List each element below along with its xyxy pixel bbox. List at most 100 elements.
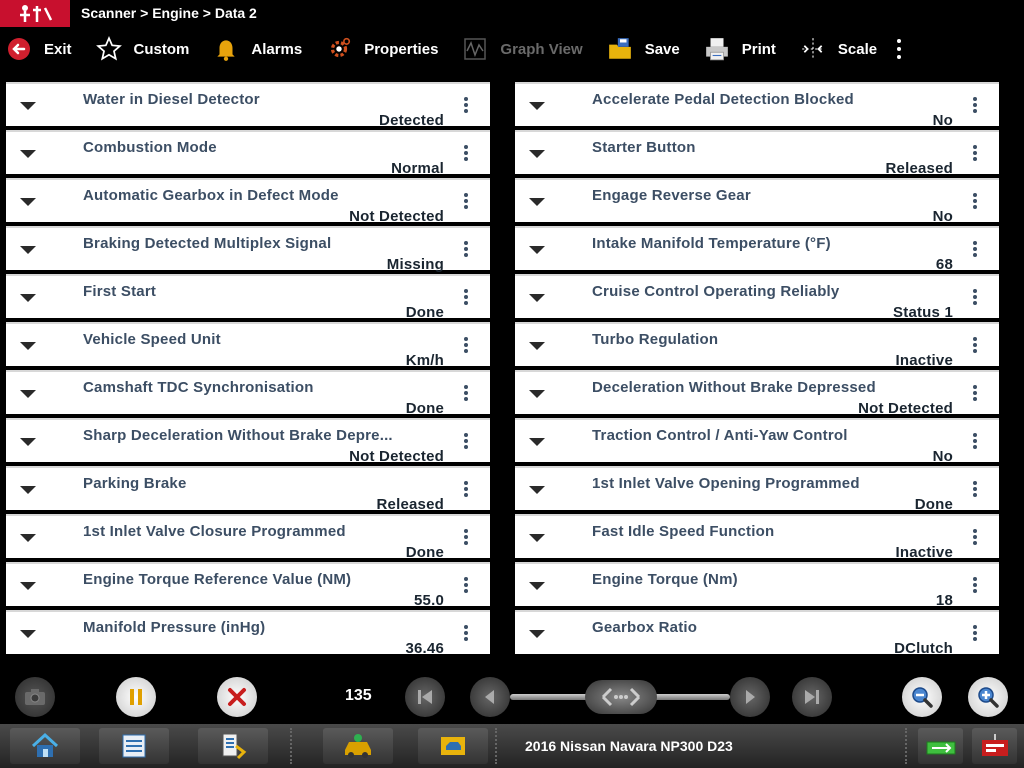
parameter-row[interactable]: Gearbox Ratio DClutch: [515, 610, 999, 657]
row-menu-icon[interactable]: [972, 432, 978, 450]
expand-caret-icon[interactable]: [20, 246, 36, 254]
parameter-row[interactable]: Engage Reverse Gear No: [515, 178, 999, 225]
row-menu-icon[interactable]: [463, 576, 469, 594]
expand-caret-icon[interactable]: [20, 630, 36, 638]
vehicle-id-button[interactable]: [418, 728, 488, 764]
parameter-row[interactable]: Engine Torque Reference Value (NM) 55.0: [6, 562, 490, 609]
row-menu-icon[interactable]: [463, 336, 469, 354]
expand-caret-icon[interactable]: [20, 438, 36, 446]
parameter-row[interactable]: Camshaft TDC Synchronisation Done: [6, 370, 490, 417]
parameter-row[interactable]: Engine Torque (Nm) 18: [515, 562, 999, 609]
row-menu-icon[interactable]: [972, 240, 978, 258]
zoom-in-button[interactable]: [968, 677, 1008, 717]
usb-connection-indicator[interactable]: [918, 728, 963, 764]
expand-caret-icon[interactable]: [20, 294, 36, 302]
expand-caret-icon[interactable]: [529, 438, 545, 446]
camera-button[interactable]: [15, 677, 55, 717]
expand-caret-icon[interactable]: [529, 246, 545, 254]
scale-button[interactable]: Scale: [784, 27, 885, 71]
last-frame-button[interactable]: [792, 677, 832, 717]
parameter-row[interactable]: Manifold Pressure (inHg) 36.46: [6, 610, 490, 657]
expand-caret-icon[interactable]: [529, 390, 545, 398]
parameter-row[interactable]: Intake Manifold Temperature (°F) 68: [515, 226, 999, 273]
parameter-row[interactable]: Combustion Mode Normal: [6, 130, 490, 177]
row-menu-icon[interactable]: [972, 480, 978, 498]
expand-caret-icon[interactable]: [20, 342, 36, 350]
previous-frame-button[interactable]: [470, 677, 510, 717]
vci-connection-indicator[interactable]: [972, 728, 1017, 764]
parameter-name: Cruise Control Operating Reliably: [592, 283, 840, 300]
parameter-row[interactable]: 1st Inlet Valve Opening Programmed Done: [515, 466, 999, 513]
row-menu-icon[interactable]: [463, 96, 469, 114]
row-menu-icon[interactable]: [463, 624, 469, 642]
row-menu-icon[interactable]: [463, 480, 469, 498]
clear-button[interactable]: [217, 677, 257, 717]
row-menu-icon[interactable]: [463, 192, 469, 210]
parameter-row[interactable]: Deceleration Without Brake Depressed Not …: [515, 370, 999, 417]
row-menu-icon[interactable]: [463, 288, 469, 306]
parameter-row[interactable]: First Start Done: [6, 274, 490, 321]
expand-caret-icon[interactable]: [529, 102, 545, 110]
expand-caret-icon[interactable]: [529, 342, 545, 350]
playback-slider-thumb[interactable]: [585, 680, 657, 714]
parameter-row[interactable]: Water in Diesel Detector Detected: [6, 82, 490, 129]
custom-button[interactable]: Custom: [80, 27, 198, 71]
more-options-icon[interactable]: [889, 27, 909, 71]
expand-caret-icon[interactable]: [20, 102, 36, 110]
parameter-row[interactable]: Braking Detected Multiplex Signal Missing: [6, 226, 490, 273]
row-menu-icon[interactable]: [463, 384, 469, 402]
expand-caret-icon[interactable]: [529, 486, 545, 494]
row-menu-icon[interactable]: [463, 240, 469, 258]
pause-button[interactable]: [116, 677, 156, 717]
expand-caret-icon[interactable]: [20, 198, 36, 206]
expand-caret-icon[interactable]: [529, 582, 545, 590]
next-frame-button[interactable]: [730, 677, 770, 717]
print-button[interactable]: Print: [688, 27, 784, 71]
scanner-button[interactable]: [198, 728, 268, 764]
parameter-row[interactable]: Cruise Control Operating Reliably Status …: [515, 274, 999, 321]
first-frame-button[interactable]: [405, 677, 445, 717]
row-menu-icon[interactable]: [972, 576, 978, 594]
parameter-row[interactable]: Fast Idle Speed Function Inactive: [515, 514, 999, 561]
parameter-row[interactable]: Vehicle Speed Unit Km/h: [6, 322, 490, 369]
parameter-row[interactable]: Automatic Gearbox in Defect Mode Not Dete…: [6, 178, 490, 225]
expand-caret-icon[interactable]: [529, 294, 545, 302]
row-menu-icon[interactable]: [972, 336, 978, 354]
parameter-row[interactable]: Turbo Regulation Inactive: [515, 322, 999, 369]
parameter-row[interactable]: 1st Inlet Valve Closure Programmed Done: [6, 514, 490, 561]
parameter-row[interactable]: Traction Control / Anti-Yaw Control No: [515, 418, 999, 465]
expand-caret-icon[interactable]: [529, 630, 545, 638]
row-menu-icon[interactable]: [463, 432, 469, 450]
expand-caret-icon[interactable]: [20, 582, 36, 590]
row-menu-icon[interactable]: [972, 144, 978, 162]
row-menu-icon[interactable]: [972, 192, 978, 210]
vehicle-menu-button[interactable]: [323, 728, 393, 764]
row-menu-icon[interactable]: [463, 528, 469, 546]
expand-caret-icon[interactable]: [20, 390, 36, 398]
save-button[interactable]: Save: [591, 27, 688, 71]
parameter-row[interactable]: Parking Brake Released: [6, 466, 490, 513]
row-menu-icon[interactable]: [972, 384, 978, 402]
data-list-button[interactable]: [99, 728, 169, 764]
graph-view-button[interactable]: Graph View: [446, 27, 590, 71]
exit-button[interactable]: Exit: [0, 27, 80, 71]
row-menu-icon[interactable]: [463, 144, 469, 162]
row-menu-icon[interactable]: [972, 288, 978, 306]
expand-caret-icon[interactable]: [20, 534, 36, 542]
properties-button[interactable]: Properties: [310, 27, 446, 71]
row-menu-icon[interactable]: [972, 96, 978, 114]
expand-caret-icon[interactable]: [529, 534, 545, 542]
parameter-row[interactable]: Starter Button Released: [515, 130, 999, 177]
home-button[interactable]: [10, 728, 80, 764]
expand-caret-icon[interactable]: [20, 486, 36, 494]
parameter-row[interactable]: Sharp Deceleration Without Brake Depre..…: [6, 418, 490, 465]
parameter-row[interactable]: Accelerate Pedal Detection Blocked No: [515, 82, 999, 129]
snapon-logo[interactable]: [0, 0, 70, 27]
expand-caret-icon[interactable]: [529, 150, 545, 158]
expand-caret-icon[interactable]: [529, 198, 545, 206]
expand-caret-icon[interactable]: [20, 150, 36, 158]
row-menu-icon[interactable]: [972, 624, 978, 642]
zoom-out-button[interactable]: [902, 677, 942, 717]
row-menu-icon[interactable]: [972, 528, 978, 546]
alarms-button[interactable]: Alarms: [197, 27, 310, 71]
